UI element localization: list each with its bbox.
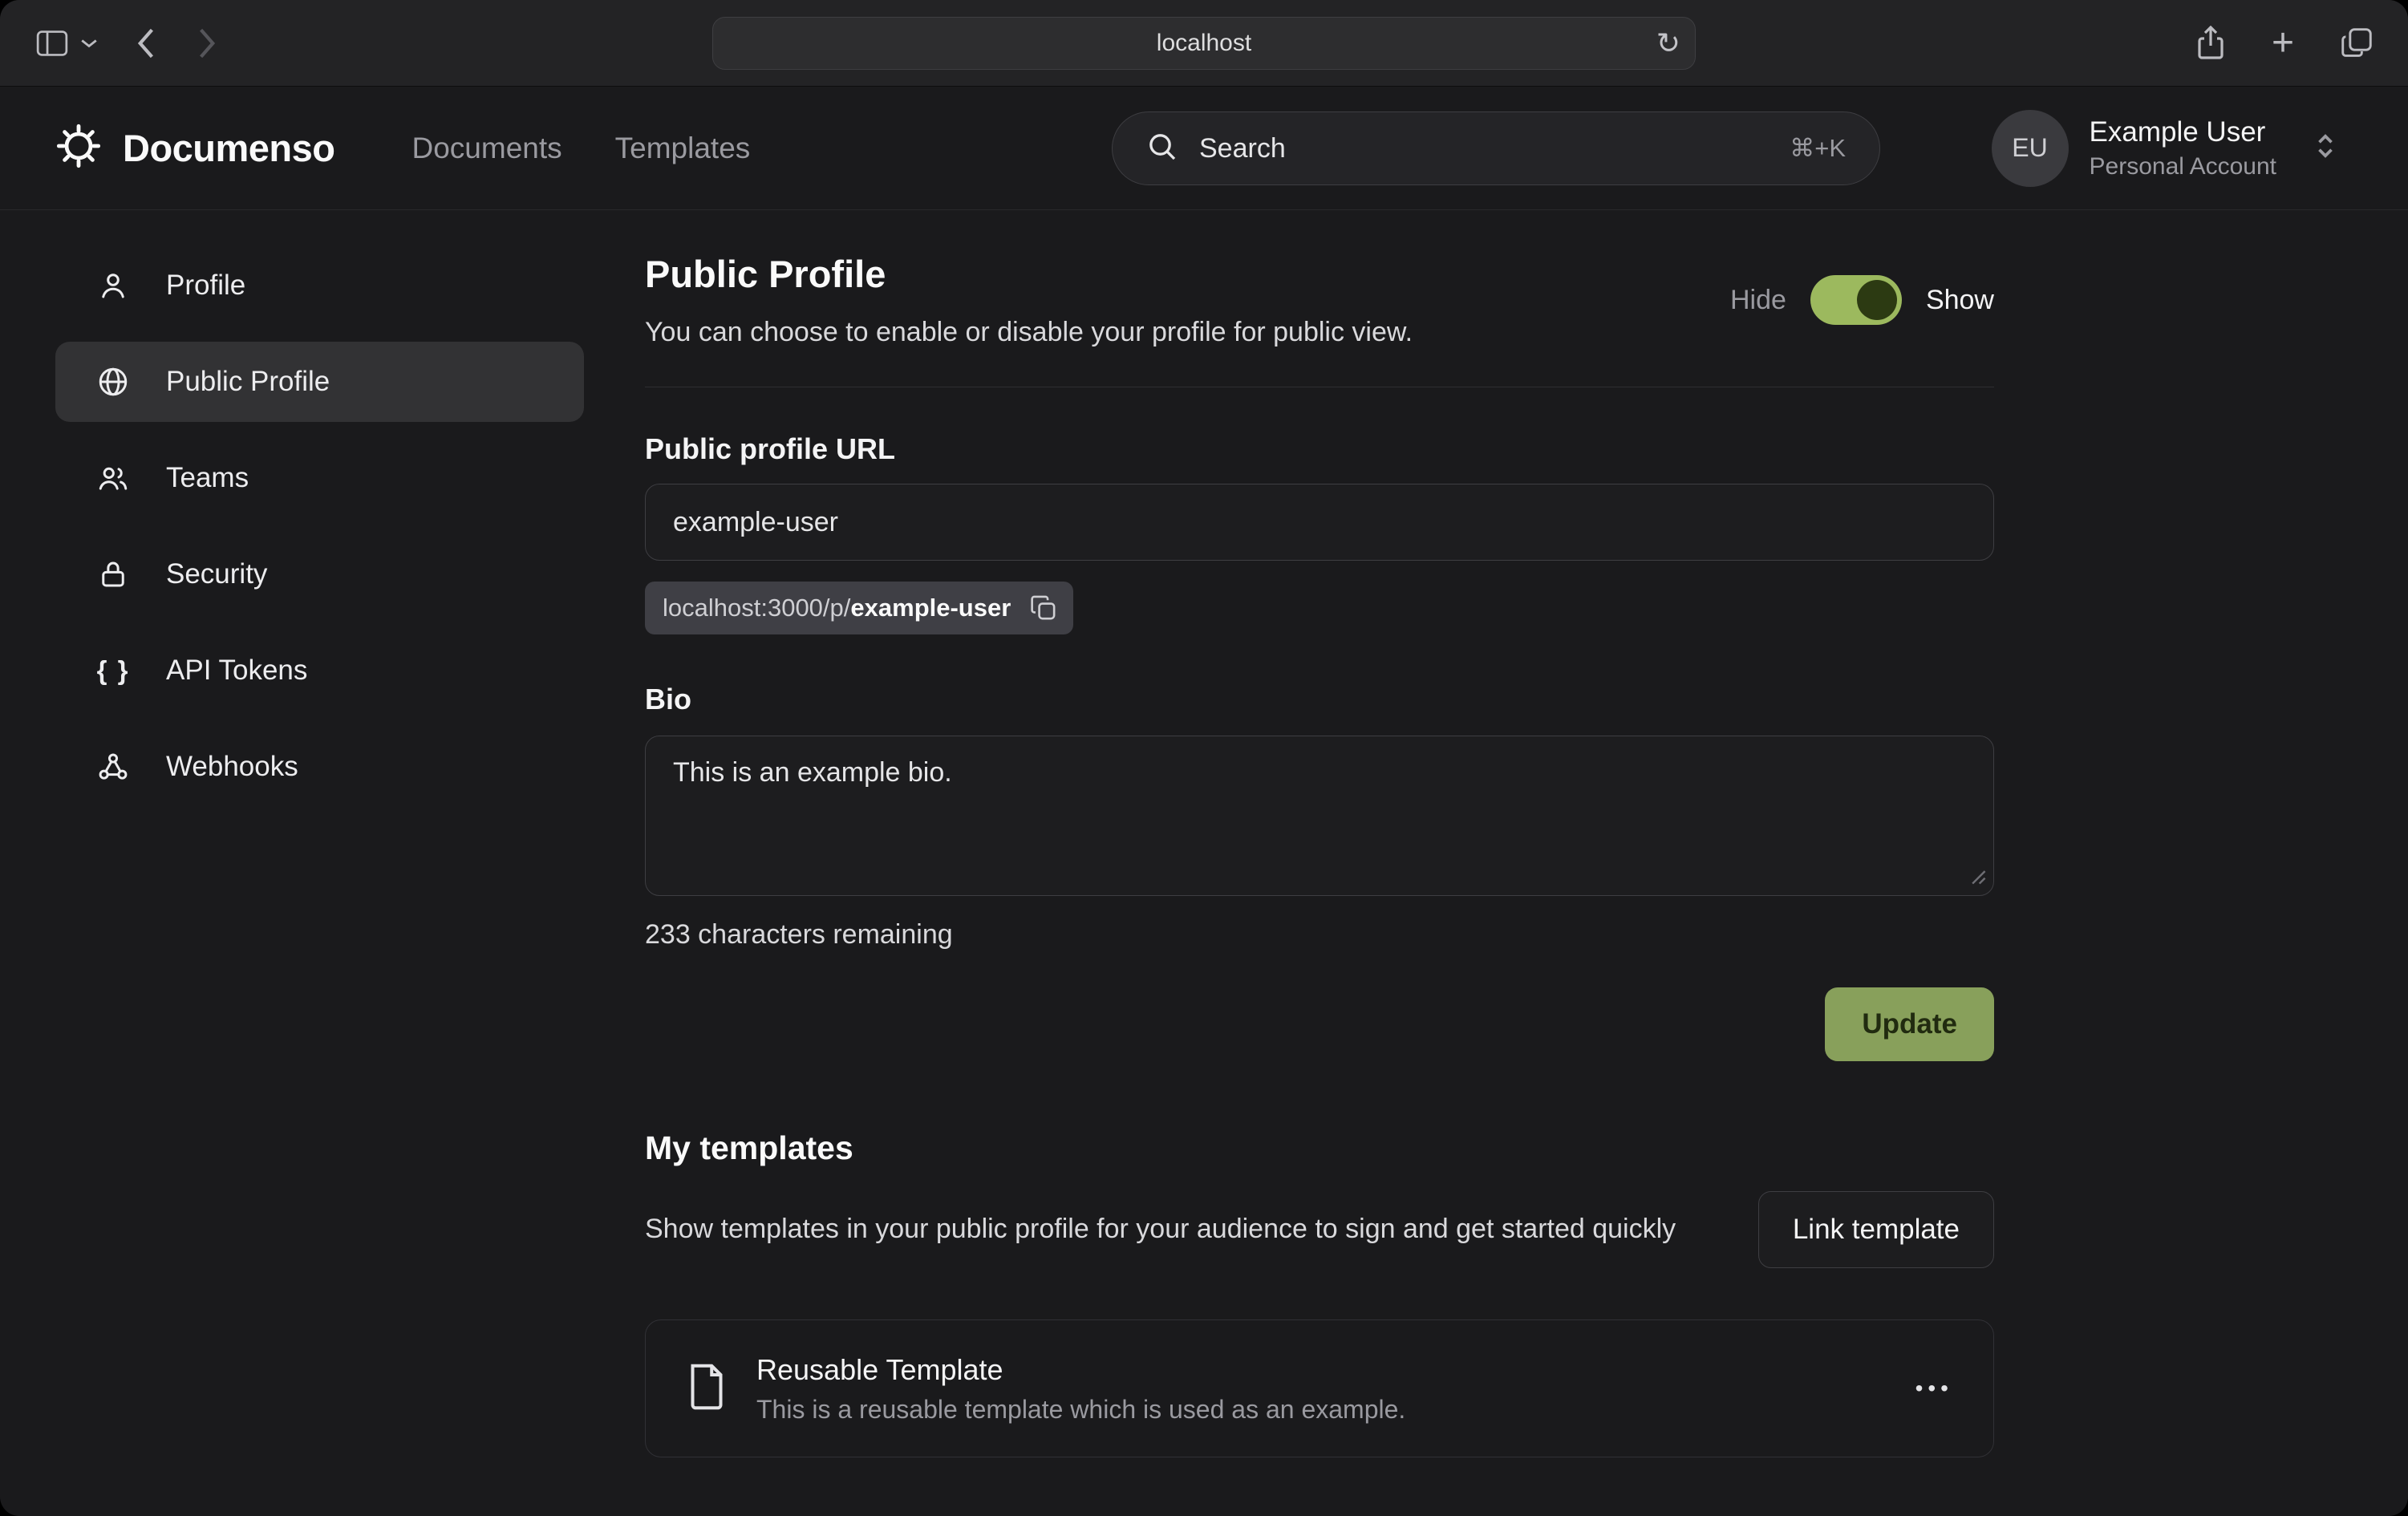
app-header: Documenso Documents Templates Search ⌘+K… (0, 87, 2408, 210)
account-type: Personal Account (2090, 151, 2276, 182)
sidebar-item-api-tokens[interactable]: { } API Tokens (55, 630, 584, 711)
braces-icon: { } (95, 655, 131, 686)
new-tab-icon[interactable]: + (2272, 24, 2294, 63)
globe-icon (95, 365, 131, 399)
toggle-knob (1857, 280, 1897, 320)
chevron-down-icon[interactable] (80, 38, 98, 49)
sidebar-toggle-icon[interactable] (35, 30, 69, 57)
lock-icon (95, 557, 131, 591)
browser-toolbar: localhost ↻ + (0, 0, 2408, 87)
profile-url-label: Public profile URL (645, 432, 1994, 466)
chevrons-up-down-icon (2313, 132, 2337, 164)
sidebar-item-webhooks[interactable]: Webhooks (55, 727, 584, 807)
brand-name: Documenso (123, 126, 335, 170)
search-placeholder: Search (1199, 133, 1286, 164)
nav-templates[interactable]: Templates (615, 132, 751, 165)
main-panel: Public Profile You can choose to enable … (645, 210, 1994, 1457)
show-label: Show (1926, 285, 1994, 316)
sidebar-item-label: Webhooks (166, 751, 298, 783)
users-icon (95, 461, 131, 495)
webhook-icon (95, 750, 131, 784)
sidebar-item-profile[interactable]: Profile (55, 245, 584, 326)
account-menu[interactable]: EU Example User Personal Account (1992, 110, 2337, 187)
back-icon[interactable] (135, 26, 156, 60)
search-shortcut: ⌘+K (1790, 134, 1846, 163)
nav-documents[interactable]: Documents (412, 132, 562, 165)
visibility-toggle-row: Hide Show (1730, 275, 1994, 325)
profile-url-preview-text: localhost:3000/p/example-user (663, 594, 1011, 622)
top-nav: Documents Templates (412, 132, 751, 165)
browser-window: localhost ↻ + Documenso Documents Templa… (0, 0, 2408, 1516)
bio-textarea[interactable]: This is an example bio. (645, 736, 1994, 896)
sidebar-item-label: Teams (166, 462, 249, 494)
ellipsis-menu-icon[interactable]: ••• (1915, 1377, 1953, 1400)
bio-label: Bio (645, 683, 1994, 716)
sidebar-item-label: Security (166, 558, 267, 590)
profile-url-preview: localhost:3000/p/example-user (645, 582, 1073, 634)
sidebar-item-security[interactable]: Security (55, 534, 584, 614)
brand[interactable]: Documenso (55, 123, 335, 173)
my-templates-title: My templates (645, 1129, 1994, 1167)
refresh-icon[interactable]: ↻ (1656, 29, 1680, 58)
settings-sidebar: Profile Public Profile Teams Security (55, 245, 584, 807)
sidebar-item-label: API Tokens (166, 655, 307, 687)
account-name: Example User (2090, 114, 2276, 151)
profile-url-input[interactable] (645, 484, 1994, 561)
my-templates-subtitle: Show templates in your public profile fo… (645, 1210, 1736, 1249)
sidebar-item-teams[interactable]: Teams (55, 438, 584, 518)
visibility-toggle[interactable] (1810, 275, 1902, 325)
file-icon (686, 1363, 728, 1415)
link-template-button[interactable]: Link template (1758, 1191, 1994, 1268)
tab-overview-icon[interactable] (2341, 27, 2373, 59)
sidebar-item-label: Public Profile (166, 366, 330, 398)
page-title: Public Profile (645, 252, 1413, 296)
resize-handle-icon[interactable] (1968, 867, 1988, 890)
sidebar-item-label: Profile (166, 270, 245, 302)
avatar: EU (1992, 110, 2069, 187)
update-button[interactable]: Update (1825, 987, 1994, 1061)
search-icon (1146, 131, 1178, 167)
template-description: This is a reusable template which is use… (756, 1395, 1405, 1425)
template-name: Reusable Template (756, 1353, 1405, 1387)
user-icon (95, 269, 131, 302)
share-icon[interactable] (2196, 26, 2225, 61)
search-input[interactable]: Search ⌘+K (1112, 111, 1880, 185)
content: Profile Public Profile Teams Security (0, 210, 2408, 1516)
address-bar[interactable]: localhost ↻ (712, 17, 1696, 70)
forward-icon[interactable] (197, 26, 218, 60)
sidebar-item-public-profile[interactable]: Public Profile (55, 342, 584, 422)
template-card[interactable]: Reusable Template This is a reusable tem… (645, 1319, 1994, 1457)
copy-icon[interactable] (1025, 590, 1062, 626)
hide-label: Hide (1730, 285, 1786, 316)
characters-remaining: 233 characters remaining (645, 919, 1994, 951)
page-subtitle: You can choose to enable or disable your… (645, 317, 1413, 348)
address-bar-url: localhost (1157, 30, 1251, 57)
documenso-logo-icon (55, 123, 102, 173)
